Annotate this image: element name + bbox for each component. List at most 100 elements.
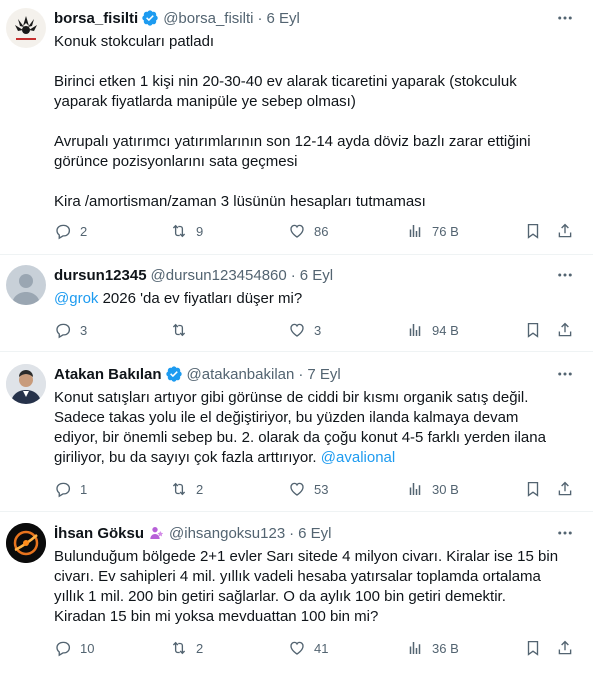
- bookmark-button[interactable]: [524, 221, 542, 241]
- share-icon: [558, 640, 572, 655]
- heart-icon: [290, 482, 304, 496]
- display-name[interactable]: İhsan Göksu: [54, 525, 144, 542]
- reply-button[interactable]: 1: [54, 479, 87, 499]
- bookmark-icon: [527, 640, 539, 656]
- retweet-count: 2: [196, 640, 204, 656]
- bookmark-button[interactable]: [524, 479, 542, 499]
- share-button[interactable]: [556, 479, 574, 499]
- display-name[interactable]: Atakan Bakılan: [54, 366, 162, 383]
- heart-icon: [290, 323, 304, 337]
- separator-dot: ·: [298, 365, 304, 383]
- display-name[interactable]: borsa_fisilti: [54, 10, 138, 27]
- tweet-header: İhsan Göksu @ihsangoksu123 · 6 Eyl: [54, 523, 332, 543]
- verified-badge-icon: [165, 365, 183, 383]
- text-line: yıllık 1 mil. 200 bin getiri sağlarlar. …: [54, 588, 506, 605]
- views-chart-icon: [409, 642, 421, 654]
- tweet-text: Konut satışları artıyor gibi görünse de …: [54, 388, 574, 468]
- mention-link[interactable]: @grok: [54, 290, 98, 307]
- text-line: Avrupalı yatırımcı yatırımlarının son 12…: [54, 133, 531, 150]
- share-button[interactable]: [556, 320, 574, 340]
- retweet-button[interactable]: 2: [170, 479, 203, 499]
- retweet-icon: [172, 482, 186, 496]
- tweet-header: Atakan Bakılan @atakanbakilan · 7 Eyl: [54, 364, 341, 384]
- share-button[interactable]: [556, 221, 574, 241]
- views-count: 36 B: [432, 640, 459, 656]
- bookmark-button[interactable]: [524, 638, 542, 658]
- reply-button[interactable]: 10: [54, 638, 94, 658]
- text-line: [54, 172, 574, 192]
- verified-badge-icon: [141, 9, 159, 27]
- text-line: Kiradan 15 bin mi yoksa mevduattan 100 b…: [54, 608, 379, 625]
- tweet-text: Bulunduğum bölgede 2+1 evler Sarı sitede…: [54, 547, 574, 627]
- text-line: yaparak fiyatlarda manipüle ye sebep olm…: [54, 93, 356, 110]
- reply-count: 3: [80, 322, 88, 338]
- like-button[interactable]: 3: [288, 320, 321, 340]
- separator-dot: ·: [289, 524, 295, 542]
- tweet-dursun12345[interactable]: dursun12345 @dursun123454860 · 6 Eyl @gr…: [0, 255, 593, 352]
- reply-count: 10: [80, 640, 95, 656]
- separator-dot: ·: [257, 9, 263, 27]
- tweet-borsa-fisilti[interactable]: borsa_fisilti @borsa_fisilti · 6 Eyl Kon…: [0, 0, 593, 255]
- separator-dot: ·: [290, 266, 296, 284]
- views-button[interactable]: 36 B: [406, 638, 459, 658]
- tweet-text: @grok 2026 'da ev fiyatları düşer mi?: [54, 289, 574, 309]
- retweet-button[interactable]: 2: [170, 638, 203, 658]
- avatar[interactable]: [6, 523, 46, 563]
- handle[interactable]: @atakanbakilan: [187, 366, 295, 383]
- avatar[interactable]: [6, 8, 46, 48]
- share-button[interactable]: [556, 638, 574, 658]
- mention-link[interactable]: @avalional: [321, 449, 395, 466]
- text-line: giriliyor, bu da sayıyı çok fazla arttır…: [54, 449, 317, 466]
- retweet-count: 2: [196, 481, 204, 497]
- reply-button[interactable]: 2: [54, 221, 87, 241]
- timestamp[interactable]: 6 Eyl: [266, 10, 299, 27]
- tweet-ihsan-goksu[interactable]: İhsan Göksu @ihsangoksu123 · 6 Eyl Bulun…: [0, 512, 593, 674]
- share-icon: [558, 223, 572, 238]
- text-line: Konuk stokcuları patladı: [54, 33, 215, 50]
- heart-icon: [290, 641, 304, 655]
- reply-icon: [56, 323, 71, 339]
- views-button[interactable]: 94 B: [406, 320, 459, 340]
- views-count: 94 B: [432, 322, 459, 338]
- retweet-button[interactable]: [170, 320, 188, 340]
- views-button[interactable]: 76 B: [406, 221, 459, 241]
- avatar[interactable]: [6, 364, 46, 404]
- timestamp[interactable]: 7 Eyl: [307, 366, 340, 383]
- avatar[interactable]: [6, 265, 46, 305]
- timestamp[interactable]: 6 Eyl: [300, 267, 333, 284]
- handle[interactable]: @dursun123454860: [151, 267, 287, 284]
- views-chart-icon: [409, 225, 421, 237]
- retweet-icon: [172, 323, 186, 337]
- reply-button[interactable]: 3: [54, 320, 87, 340]
- more-options-icon[interactable]: [555, 8, 575, 28]
- like-count: 41: [314, 640, 329, 656]
- views-count: 76 B: [432, 223, 459, 239]
- action-bar: 3 3 94 B: [54, 320, 578, 340]
- share-icon: [558, 481, 572, 496]
- tweet-atakan-bakilan[interactable]: Atakan Bakılan @atakanbakilan · 7 Eyl Ko…: [0, 352, 593, 512]
- share-icon: [558, 322, 572, 337]
- like-button[interactable]: 41: [288, 638, 328, 658]
- text-line: Sadece takas yolu ile el değiştiriyor, b…: [54, 409, 519, 426]
- reply-feed: borsa_fisilti @borsa_fisilti · 6 Eyl Kon…: [0, 0, 593, 674]
- action-bar: 2 9 86 76 B: [54, 221, 578, 241]
- retweet-button[interactable]: 9: [170, 221, 203, 241]
- handle[interactable]: @borsa_fisilti: [163, 10, 253, 27]
- display-name[interactable]: dursun12345: [54, 267, 147, 284]
- timestamp[interactable]: 6 Eyl: [298, 525, 331, 542]
- like-button[interactable]: 53: [288, 479, 328, 499]
- bookmark-icon: [527, 322, 539, 338]
- handle[interactable]: @ihsangoksu123: [169, 525, 285, 542]
- more-options-icon[interactable]: [555, 265, 575, 285]
- views-button[interactable]: 30 B: [406, 479, 459, 499]
- views-count: 30 B: [432, 481, 459, 497]
- more-options-icon[interactable]: [555, 523, 575, 543]
- retweet-icon: [172, 224, 186, 238]
- text-line: Konut satışları artıyor gibi görünse de …: [54, 389, 529, 406]
- more-options-icon[interactable]: [555, 364, 575, 384]
- text-line: Bulunduğum bölgede 2+1 evler Sarı sitede…: [54, 548, 559, 565]
- bookmark-button[interactable]: [524, 320, 542, 340]
- like-button[interactable]: 86: [288, 221, 328, 241]
- text-line: Kira /amortisman/zaman 3 lüsünün hesapla…: [54, 193, 426, 210]
- bookmark-icon: [527, 481, 539, 497]
